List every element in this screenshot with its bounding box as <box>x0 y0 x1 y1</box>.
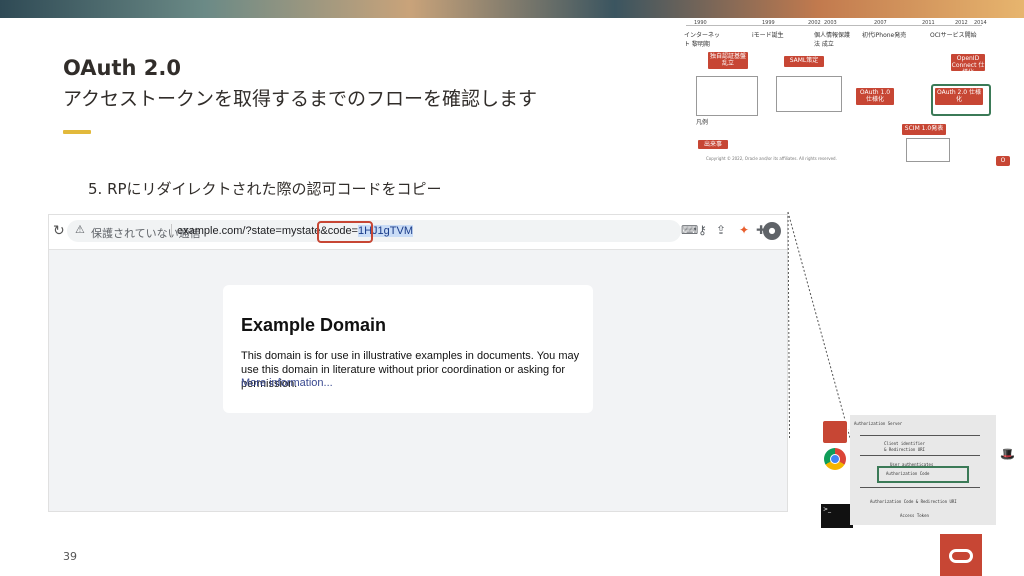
page-card: Example Domain This domain is for use in… <box>223 285 593 413</box>
page-heading: Example Domain <box>241 315 387 335</box>
decorative-banner <box>0 0 1024 18</box>
step-instruction: 5. RPにリダイレクトされた際の認可コードをコピー <box>88 180 442 198</box>
extension-icon[interactable]: ✦ <box>739 223 749 237</box>
oracle-logo-small: O <box>996 156 1010 166</box>
timeline-year: 2014 <box>974 20 987 26</box>
code-highlight-box <box>317 221 373 243</box>
timeline-label: OCIサービス開始 <box>930 32 977 39</box>
flow-line <box>860 455 980 456</box>
timeline-footer: Copyright © 2022, Oracle and/or its affi… <box>706 156 837 161</box>
browser-window: ↻ ⚠ 保護されていない通信 example.com/?state=mystat… <box>48 214 788 512</box>
timeline-year: 2012 <box>955 20 968 26</box>
page-number: 39 <box>63 550 77 563</box>
reload-icon[interactable]: ↻ <box>53 223 65 239</box>
profile-avatar[interactable]: ● <box>763 222 781 240</box>
timeline-year: 1990 <box>694 20 707 26</box>
timeline-box: 独自認証基盤 乱立 <box>708 52 748 69</box>
timeline-box: 出来事 <box>698 140 728 149</box>
timeline-year: 2002 <box>808 20 821 26</box>
timeline-label: 個人情報保護法 成立 <box>814 32 851 48</box>
address-separator <box>171 224 172 238</box>
timeline-note <box>776 76 842 112</box>
browser-toolbar: ↻ ⚠ 保護されていない通信 example.com/?state=mystat… <box>49 215 787 250</box>
slide-title: OAuth 2.0 <box>63 56 181 80</box>
timeline-box: OAuth 1.0 仕様化 <box>856 88 894 105</box>
timeline-note <box>906 138 950 162</box>
url-text: example.com/?state=mystate&code=1HJ1gTVM <box>177 225 414 237</box>
flow-line <box>860 435 980 436</box>
flow-label: & Redirection URI <box>884 447 925 452</box>
flow-label: Client identifier <box>884 441 925 446</box>
timeline-label: 初代iPhone発売 <box>862 32 907 39</box>
flow-line <box>860 487 980 488</box>
connector-lines <box>787 211 851 440</box>
flow-highlight-box <box>877 466 969 483</box>
timeline-label: iモード誕生 <box>752 32 784 39</box>
timeline-note <box>696 76 758 116</box>
oauth2-highlight-box <box>931 84 991 116</box>
history-timeline-thumbnail: 1990 1999 2002 2003 2007 2011 2012 2014 … <box>676 20 991 166</box>
hat-icon: 🎩 <box>1000 447 1015 461</box>
accent-bar <box>63 130 91 134</box>
flow-label: Authorization Server <box>854 421 903 426</box>
server-icon <box>822 420 848 444</box>
flow-label: Access Token <box>900 513 929 518</box>
share-icon[interactable]: ⇪ <box>716 223 726 237</box>
timeline-year: 1999 <box>762 20 775 26</box>
timeline-year: 2011 <box>922 20 935 26</box>
timeline-label: インターネット 黎明期 <box>684 32 721 48</box>
oracle-logo <box>940 534 982 576</box>
terminal-icon: >_ <box>821 504 853 528</box>
key-icon[interactable]: ⚷ <box>698 223 707 237</box>
chrome-icon <box>824 448 846 470</box>
timeline-box: SAML策定 <box>784 56 824 67</box>
timeline-year: 2003 <box>824 20 837 26</box>
timeline-box: OpenID Connect 仕様化 <box>951 54 985 76</box>
more-info-link[interactable]: More information... <box>241 377 333 389</box>
timeline-legend-label: 凡例 <box>696 119 709 126</box>
flow-label: Authorization Code & Redirection URI <box>870 499 957 504</box>
address-bar[interactable]: ⚠ 保護されていない通信 example.com/?state=mystate&… <box>67 220 681 243</box>
warning-icon[interactable]: ⚠ <box>75 223 85 236</box>
keyboard-icon[interactable]: ⌨ <box>681 223 698 237</box>
oauth-flow-diagram-thumbnail: Authorization Server Client identifier &… <box>850 415 996 525</box>
timeline-box: SCIM 1.0発表 <box>902 124 946 135</box>
timeline-year: 2007 <box>874 20 887 26</box>
slide-subtitle: アクセストークンを取得するまでのフローを確認します <box>63 88 538 110</box>
